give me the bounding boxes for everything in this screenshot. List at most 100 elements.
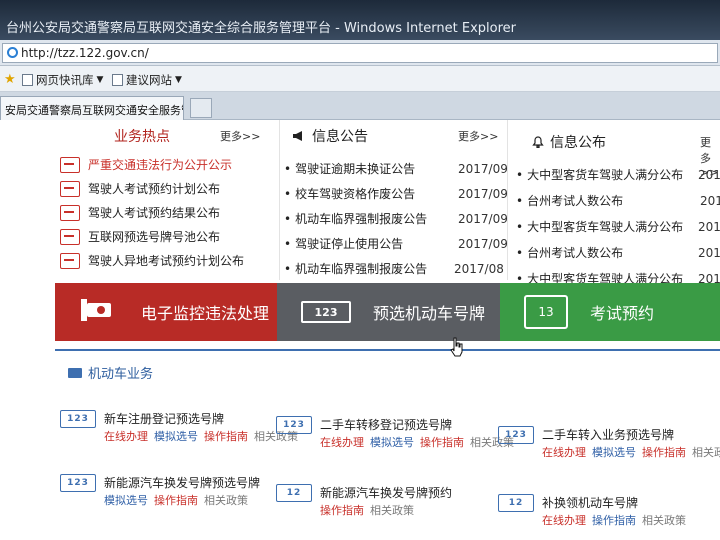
address-text: http://tzz.122.gov.cn/ [21, 46, 149, 60]
notice-label: 校车驾驶资格作废公告 [295, 187, 416, 201]
address-input[interactable]: http://tzz.122.gov.cn/ [2, 43, 718, 63]
preselect-plate-button[interactable]: 123 预选机动车号牌 [277, 283, 500, 341]
service-item: 123 新能源汽车换发号牌预选号牌 模拟选号 操作指南 相关政策 [60, 474, 270, 514]
violation-handling-button[interactable]: 电子监控违法处理 [55, 283, 277, 341]
publish-list: • 大中型客货车驾驶人满分公布 201 • 台州考试人数公布 201 • 大中型客货车驾驶… [516, 166, 720, 296]
new-tab-button[interactable] [190, 98, 212, 118]
notice-date: 2017/09 [458, 236, 508, 251]
camera-icon [81, 299, 111, 321]
hot-item-label: 驾驶人异地考试预约计划公布 [88, 254, 245, 268]
service-item: 12 补换领机动车号牌 在线办理 操作指南 相关政策 [498, 494, 720, 534]
online-handle-link[interactable]: 在线办理 [104, 430, 148, 443]
mock-select-link[interactable]: 模拟选号 [104, 494, 148, 507]
notice-date: 2017/08 [454, 261, 504, 276]
guide-link[interactable]: 操作指南 [204, 430, 248, 443]
online-handle-link[interactable]: 在线办理 [542, 446, 586, 459]
hot-item-label: 驾驶人考试预约计划公布 [88, 182, 221, 196]
fav-label: 建议网站 [126, 73, 172, 87]
policy-link[interactable]: 相关政策 [642, 514, 686, 527]
online-handle-link[interactable]: 在线办理 [320, 436, 364, 449]
notices-title: 信息公告 [312, 129, 368, 145]
notice-item[interactable]: • 驾驶证停止使用公告 2017/09 [284, 235, 508, 252]
chart-icon [60, 204, 80, 221]
notice-item[interactable]: • 机动车临界强制报废公告 2017/09 [284, 210, 508, 227]
service-name[interactable]: 二手车转移登记预选号牌 [320, 416, 452, 433]
service-item: 12 新能源汽车换发号牌预约 操作指南 相关政策 [276, 484, 496, 524]
section-divider [55, 349, 720, 351]
publish-date: 201 [698, 167, 720, 182]
mock-select-link[interactable]: 模拟选号 [370, 436, 414, 449]
service-item: 123 二手车转入业务预选号牌 在线办理模拟选号操作指南相关政策 [498, 426, 720, 466]
publish-item[interactable]: • 台州考试人数公布 201 [516, 244, 720, 261]
guide-link[interactable]: 操作指南 [420, 436, 464, 449]
notice-label: 驾驶证逾期未换证公告 [295, 162, 416, 176]
guide-link[interactable]: 操作指南 [320, 504, 364, 517]
notice-date: 2017/09 [458, 211, 508, 226]
favorites-star-icon[interactable]: ★ [4, 72, 16, 87]
service-name[interactable]: 新能源汽车换发号牌预选号牌 [104, 474, 260, 491]
notice-item[interactable]: • 校车驾驶资格作废公告 2017/09 [284, 185, 508, 202]
hot-item[interactable]: 驾驶人异地考试预约计划公布 [60, 252, 244, 269]
publish-date: 201 [698, 245, 720, 260]
hot-item[interactable]: 严重交通违法行为公开公示 [60, 156, 232, 173]
service-name[interactable]: 新车注册登记预选号牌 [104, 410, 224, 427]
online-handle-link[interactable]: 在线办理 [542, 514, 586, 527]
policy-link[interactable]: 相关政策 [370, 504, 414, 517]
notice-date: 2017/09 [458, 161, 508, 176]
location-icon [60, 252, 80, 269]
plate-icon: 123 [60, 474, 96, 492]
hot-item-label: 互联网预选号牌号池公布 [88, 230, 221, 244]
plate-icon: 123 [301, 301, 351, 323]
chevron-down-icon: ▼ [175, 75, 182, 85]
hot-list: 严重交通违法行为公开公示 驾驶人考试预约计划公布 驾驶人考试预约结果公布 互联网… [60, 156, 280, 286]
fav-item-web-slice[interactable]: 网页快讯库 ▼ [22, 72, 103, 88]
guide-link[interactable]: 操作指南 [592, 514, 636, 527]
service-links: 模拟选号 操作指南 相关政策 [104, 492, 254, 508]
calendar-icon: 13 [524, 295, 568, 329]
window-title: 台州公安局交通警察局互联网交通安全综合服务管理平台 - Windows Inte… [0, 0, 720, 40]
publish-item[interactable]: • 大中型客货车驾驶人满分公布 201 [516, 166, 720, 183]
notices-more-link[interactable]: 更多>> [458, 128, 498, 144]
plate-icon: 12 [498, 494, 534, 512]
exam-booking-button[interactable]: 13 考试预约 [500, 283, 720, 341]
guide-link[interactable]: 操作指南 [642, 446, 686, 459]
megaphone-icon [293, 131, 302, 141]
mock-select-link[interactable]: 模拟选号 [154, 430, 198, 443]
hot-more-link[interactable]: 更多>> [220, 128, 260, 144]
hot-item[interactable]: 驾驶人考试预约计划公布 [60, 180, 220, 197]
column-divider [279, 120, 280, 280]
address-bar: http://tzz.122.gov.cn/ [0, 40, 720, 66]
hot-item[interactable]: 互联网预选号牌号池公布 [60, 228, 220, 245]
plate-icon: 123 [498, 426, 534, 444]
service-name[interactable]: 新能源汽车换发号牌预约 [320, 484, 452, 501]
publish-date: 201 [700, 193, 720, 208]
service-name[interactable]: 二手车转入业务预选号牌 [542, 426, 674, 443]
guide-link[interactable]: 操作指南 [154, 494, 198, 507]
fav-item-suggested[interactable]: 建议网站 ▼ [112, 72, 182, 88]
hand-cursor-icon [450, 337, 463, 357]
publish-item[interactable]: • 大中型客货车驾驶人满分公布 201 [516, 218, 720, 235]
notice-label: 驾驶证停止使用公告 [295, 237, 404, 251]
publish-item[interactable]: • 台州考试人数公布 201 [516, 192, 720, 209]
browser-tab[interactable]: 安局交通警察局互联网交通安全服务管... [0, 96, 184, 120]
tab-bar: 安局交通警察局互联网交通安全服务管... [0, 92, 720, 120]
notices-header: 信息公告 [292, 126, 368, 146]
mock-select-link[interactable]: 模拟选号 [592, 446, 636, 459]
publish-label: 台州考试人数公布 [527, 246, 624, 260]
service-name[interactable]: 补换领机动车号牌 [542, 494, 638, 511]
publish-date: 201 [698, 219, 720, 234]
publish-label: 大中型客货车驾驶人满分公布 [527, 168, 684, 182]
service-links: 在线办理 操作指南 相关政策 [542, 512, 692, 528]
page-content: 业务热点 更多>> 严重交通违法行为公开公示 驾驶人考试预约计划公布 驾驶人考试… [0, 120, 720, 540]
hot-item[interactable]: 驾驶人考试预约结果公布 [60, 204, 220, 221]
exam-booking-label: 考试预约 [590, 304, 655, 323]
notice-label: 机动车临界强制报废公告 [295, 262, 428, 276]
notice-item[interactable]: • 驾驶证逾期未换证公告 2017/09 [284, 160, 508, 177]
policy-link[interactable]: 相关政策 [692, 446, 720, 459]
notice-item[interactable]: • 机动车临界强制报废公告 2017/08 [284, 260, 506, 277]
chevron-down-icon: ▼ [96, 75, 104, 85]
notice-date: 2017/09 [458, 186, 508, 201]
notices-list: • 驾驶证逾期未换证公告 2017/09 • 校车驾驶资格作废公告 2017/09 • 机… [284, 160, 508, 290]
ie-icon [7, 47, 18, 58]
policy-link[interactable]: 相关政策 [204, 494, 248, 507]
